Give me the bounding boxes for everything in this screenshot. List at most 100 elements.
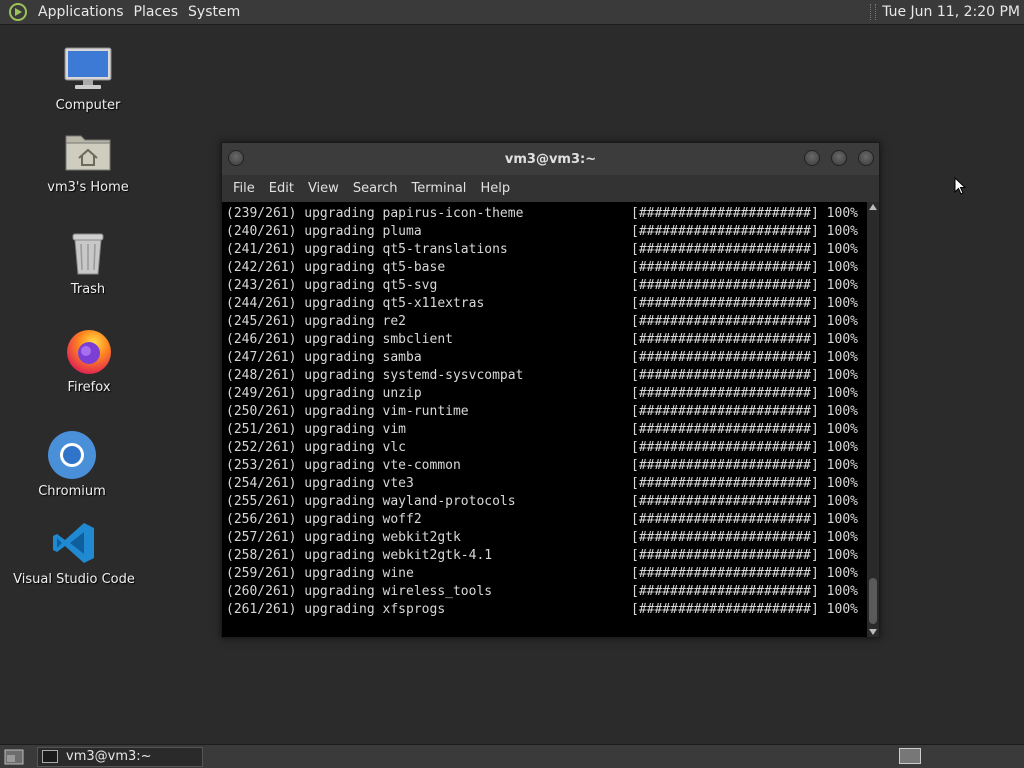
terminal-line-text: (250/261) upgrading vim-runtime [226,404,469,419]
terminal-line: (255/261) upgrading wayland-protocols [##… [226,493,867,511]
places-menu[interactable]: Places [129,4,184,20]
system-menu[interactable]: System [183,4,245,20]
bottom-panel: vm3@vm3:~ [0,744,1024,768]
desktop-icon-trash[interactable]: Trash [64,228,112,297]
desktop-icon-home[interactable]: vm3's Home [44,126,132,195]
vscode-icon [49,518,99,568]
desktop-icon-label: Firefox [67,380,111,395]
terminal-line-progress: [######################] 100% [631,548,858,563]
minimize-button[interactable] [804,150,820,166]
terminal-line-progress: [######################] 100% [631,530,858,545]
close-button[interactable] [858,150,874,166]
home-folder-icon [63,126,113,176]
terminal-line: (242/261) upgrading qt5-base [###########… [226,259,867,277]
terminal-line-text: (249/261) upgrading unzip [226,386,422,401]
terminal-line-text: (244/261) upgrading qt5-x11extras [226,296,485,311]
terminal-line-text: (257/261) upgrading webkit2gtk [226,530,461,545]
terminal-line-progress: [######################] 100% [631,602,858,617]
terminal-line: (253/261) upgrading vte-common [#########… [226,457,867,475]
desktop-icon-chromium[interactable]: Chromium [38,430,106,499]
terminal-line: (256/261) upgrading woff2 [##############… [226,511,867,529]
terminal-line-text: (254/261) upgrading vte3 [226,476,414,491]
terminal-line: (243/261) upgrading qt5-svg [############… [226,277,867,295]
terminal-line: (249/261) upgrading unzip [##############… [226,385,867,403]
menu-file[interactable]: File [226,181,262,196]
terminal-line-text: (255/261) upgrading wayland-protocols [226,494,516,509]
desktop-icon-label: Chromium [38,484,106,499]
terminal-line-text: (245/261) upgrading re2 [226,314,407,329]
desktop-icon-label: vm3's Home [47,180,129,195]
terminal-line-progress: [######################] 100% [631,224,858,239]
menu-logo-icon[interactable] [6,0,30,24]
terminal-line-text: (240/261) upgrading pluma [226,224,422,239]
desktop-icon-vscode[interactable]: Visual Studio Code [13,518,135,587]
window-titlebar[interactable]: vm3@vm3:~ [222,143,879,175]
terminal-line-text: (260/261) upgrading wireless_tools [226,584,493,599]
scrollbar-thumb[interactable] [869,578,877,624]
terminal-line-text: (252/261) upgrading vlc [226,440,407,455]
terminal-line-progress: [######################] 100% [631,368,858,383]
desktop-icon-label: Visual Studio Code [13,572,135,587]
terminal-line: (252/261) upgrading vlc [################… [226,439,867,457]
desktop-icon-label: Trash [70,282,106,297]
desktop-icon-label: Computer [55,98,121,113]
terminal-line: (245/261) upgrading re2 [################… [226,313,867,331]
terminal-line-text: (246/261) upgrading smbclient [226,332,453,347]
menu-help[interactable]: Help [473,181,517,196]
terminal-line-text: (239/261) upgrading papirus-icon-theme [226,206,524,221]
terminal-line-text: (247/261) upgrading samba [226,350,422,365]
terminal-line-text: (261/261) upgrading xfsprogs [226,602,446,617]
terminal-line-text: (248/261) upgrading systemd-sysvcompat [226,368,524,383]
panel-separator [870,4,877,20]
terminal-window[interactable]: vm3@vm3:~ File Edit View Search Terminal… [221,142,880,638]
terminal-icon [42,750,58,763]
terminal-output[interactable]: (239/261) upgrading papirus-icon-theme [#… [222,202,867,637]
workspace-switcher[interactable] [899,748,921,764]
desktop-icon-computer[interactable]: Computer [52,44,124,113]
terminal-line: (258/261) upgrading webkit2gtk-4.1 [#####… [226,547,867,565]
window-title: vm3@vm3:~ [504,151,597,167]
terminal-line-progress: [######################] 100% [631,296,858,311]
terminal-line-text: (251/261) upgrading vim [226,422,407,437]
terminal-line-text: (253/261) upgrading vte-common [226,458,461,473]
terminal-line: (261/261) upgrading xfsprogs [###########… [226,601,867,619]
top-panel: Applications Places System Tue Jun 11, 2… [0,0,1024,25]
applications-menu[interactable]: Applications [33,4,129,20]
terminal-line-progress: [######################] 100% [631,584,858,599]
terminal-line-text: (242/261) upgrading qt5-base [226,260,446,275]
clock[interactable]: Tue Jun 11, 2:20 PM [882,4,1020,20]
show-desktop-icon[interactable] [3,748,25,766]
terminal-scrollbar[interactable] [867,202,879,637]
maximize-button[interactable] [831,150,847,166]
terminal-line-text: (243/261) upgrading qt5-svg [226,278,438,293]
computer-icon [63,44,113,94]
terminal-line: (260/261) upgrading wireless_tools [#####… [226,583,867,601]
terminal-line-progress: [######################] 100% [631,350,858,365]
terminal-line: (250/261) upgrading vim-runtime [########… [226,403,867,421]
chromium-icon [47,430,97,480]
taskbar-item-terminal[interactable]: vm3@vm3:~ [37,746,203,767]
trash-icon [63,228,113,278]
terminal-line: (251/261) upgrading vim [################… [226,421,867,439]
terminal-line-progress: [######################] 100% [631,278,858,293]
terminal-line-progress: [######################] 100% [631,566,858,581]
desktop-icon-firefox[interactable]: Firefox [60,326,118,395]
scroll-down-icon[interactable] [869,629,877,635]
terminal-line-text: (259/261) upgrading wine [226,566,414,581]
menu-view[interactable]: View [301,181,346,196]
terminal-line-text: (258/261) upgrading webkit2gtk-4.1 [226,548,493,563]
scroll-up-icon[interactable] [869,204,877,210]
menu-search[interactable]: Search [346,181,405,196]
terminal-line: (244/261) upgrading qt5-x11extras [######… [226,295,867,313]
terminal-line-text: (256/261) upgrading woff2 [226,512,422,527]
firefox-icon [64,326,114,376]
terminal-line-progress: [######################] 100% [631,332,858,347]
terminal-line-progress: [######################] 100% [631,440,858,455]
menu-terminal[interactable]: Terminal [404,181,473,196]
terminal-line-progress: [######################] 100% [631,422,858,437]
terminal-line: (254/261) upgrading vte3 [###############… [226,475,867,493]
terminal-line: (240/261) upgrading pluma [##############… [226,223,867,241]
window-menu-icon[interactable] [228,150,244,166]
menu-edit[interactable]: Edit [262,181,301,196]
terminal-line-progress: [######################] 100% [631,206,858,221]
